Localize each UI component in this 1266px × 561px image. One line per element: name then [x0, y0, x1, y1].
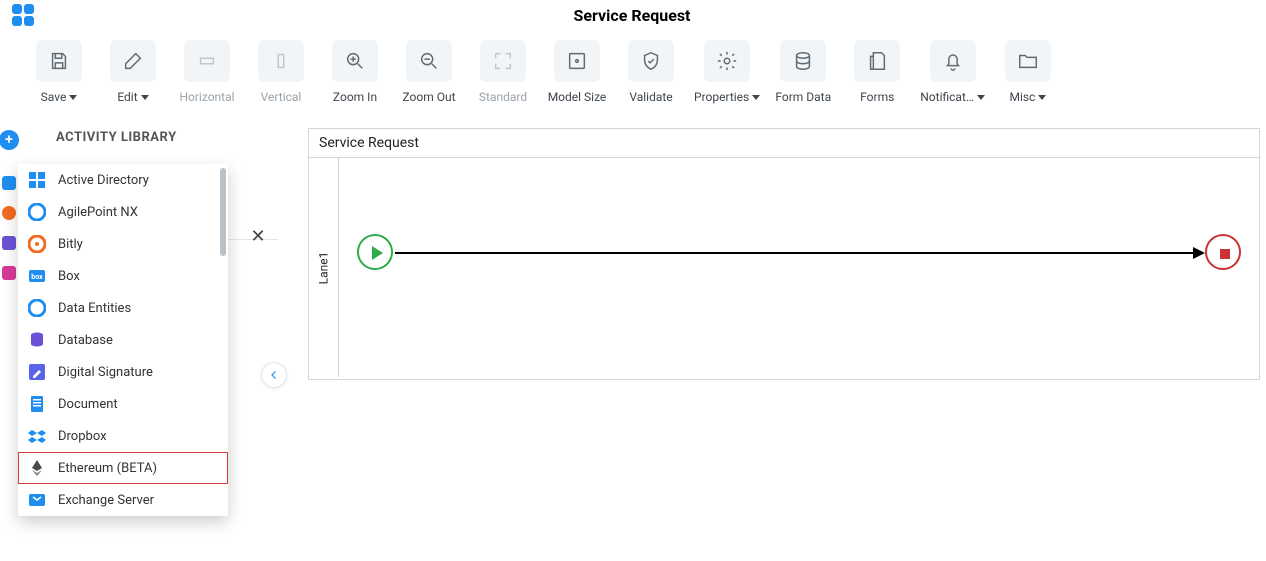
properties-button[interactable]: Properties: [694, 40, 760, 104]
folder-icon: [1017, 50, 1039, 72]
save-button[interactable]: Save: [28, 40, 90, 104]
bitly-icon: [28, 235, 46, 253]
horizontal-icon: [196, 50, 218, 72]
model-size-icon: [566, 50, 588, 72]
sidebar-strip: +: [0, 114, 18, 380]
database-icon: [792, 50, 814, 72]
library-item[interactable]: Digital Signature: [18, 356, 228, 388]
chevron-down-icon: [69, 95, 77, 100]
gear-icon: [716, 50, 738, 72]
bell-icon: [942, 50, 964, 72]
app-menu-icon[interactable]: [12, 4, 34, 26]
library-item-label: Box: [58, 269, 80, 284]
library-item-label: Exchange Server: [58, 493, 154, 508]
zoom-in-icon: [344, 50, 366, 72]
library-item-label: Database: [58, 333, 113, 348]
cyl-icon: [28, 331, 46, 349]
library-item[interactable]: Bitly: [18, 228, 228, 260]
page-title: Service Request: [34, 6, 1230, 25]
zoom-out-button[interactable]: Zoom Out: [398, 40, 460, 104]
library-item[interactable]: Exchange Server: [18, 484, 228, 516]
workflow-canvas[interactable]: Service Request Lane1: [308, 128, 1260, 380]
validate-button[interactable]: Validate: [620, 40, 682, 104]
doc-icon: [28, 395, 46, 413]
box-icon: box: [28, 267, 46, 285]
library-item[interactable]: Data Entities: [18, 292, 228, 324]
library-item[interactable]: Document: [18, 388, 228, 420]
edit-button[interactable]: Edit: [102, 40, 164, 104]
library-dropdown: Active Directory AgilePoint NX Bitly box Box…: [18, 164, 228, 516]
eth-icon: [28, 459, 46, 477]
chevron-down-icon: [977, 95, 985, 100]
save-icon: [48, 50, 70, 72]
collapse-sidebar-button[interactable]: [261, 362, 287, 388]
library-item[interactable]: Dropbox: [18, 420, 228, 452]
library-item-label: Document: [58, 397, 118, 412]
zoom-out-icon: [418, 50, 440, 72]
library-item-label: Data Entities: [58, 301, 131, 316]
ap-icon: [28, 299, 46, 317]
scrollbar[interactable]: [220, 168, 226, 256]
form-data-button[interactable]: Form Data: [772, 40, 834, 104]
sidebar-icons: [0, 176, 18, 280]
chevron-down-icon: [141, 95, 149, 100]
library-item[interactable]: box Box: [18, 260, 228, 292]
edit-icon: [122, 50, 144, 72]
validate-icon: [640, 50, 662, 72]
lane-content[interactable]: [339, 158, 1259, 377]
canvas-title: Service Request: [309, 129, 1259, 158]
lane-label: Lane1: [309, 158, 339, 377]
dropbox-icon: [28, 427, 46, 445]
vertical-button[interactable]: Vertical: [250, 40, 312, 104]
library-item[interactable]: Database: [18, 324, 228, 356]
library-item-label: Bitly: [58, 237, 83, 252]
flow-connector[interactable]: [395, 252, 1203, 254]
windows-icon: [28, 171, 46, 189]
start-node[interactable]: [357, 234, 393, 270]
end-node[interactable]: [1205, 234, 1241, 270]
horizontal-button[interactable]: Horizontal: [176, 40, 238, 104]
close-icon[interactable]: ✕: [248, 226, 268, 246]
fit-icon: [492, 50, 514, 72]
ap-icon: [28, 203, 46, 221]
svg-text:box: box: [31, 273, 43, 281]
zoom-in-button[interactable]: Zoom In: [324, 40, 386, 104]
pen-icon: [28, 363, 46, 381]
forms-icon: [866, 50, 888, 72]
library-item[interactable]: AgilePoint NX: [18, 196, 228, 228]
library-item-label: Active Directory: [58, 173, 149, 188]
library-title: ACTIVITY LIBRARY: [18, 126, 278, 151]
library-item[interactable]: Ethereum (BETA): [18, 452, 228, 484]
standard-button[interactable]: Standard: [472, 40, 534, 104]
library-item-label: AgilePoint NX: [58, 205, 138, 220]
library-item[interactable]: Active Directory: [18, 164, 228, 196]
model-size-button[interactable]: Model Size: [546, 40, 608, 104]
chevron-down-icon: [752, 95, 760, 100]
exch-icon: [28, 491, 46, 509]
vertical-icon: [270, 50, 292, 72]
library-item-label: Dropbox: [58, 429, 107, 444]
chevron-down-icon: [1038, 95, 1046, 100]
add-button[interactable]: +: [0, 130, 19, 150]
notifications-button[interactable]: Notificat…: [920, 40, 985, 104]
library-item-label: Ethereum (BETA): [58, 461, 157, 476]
library-item-label: Digital Signature: [58, 365, 153, 380]
chevron-left-icon: [268, 369, 280, 381]
forms-button[interactable]: Forms: [846, 40, 908, 104]
misc-button[interactable]: Misc: [997, 40, 1059, 104]
toolbar: Save Edit Horizontal Vertical Zoom In Zo…: [0, 30, 1266, 114]
